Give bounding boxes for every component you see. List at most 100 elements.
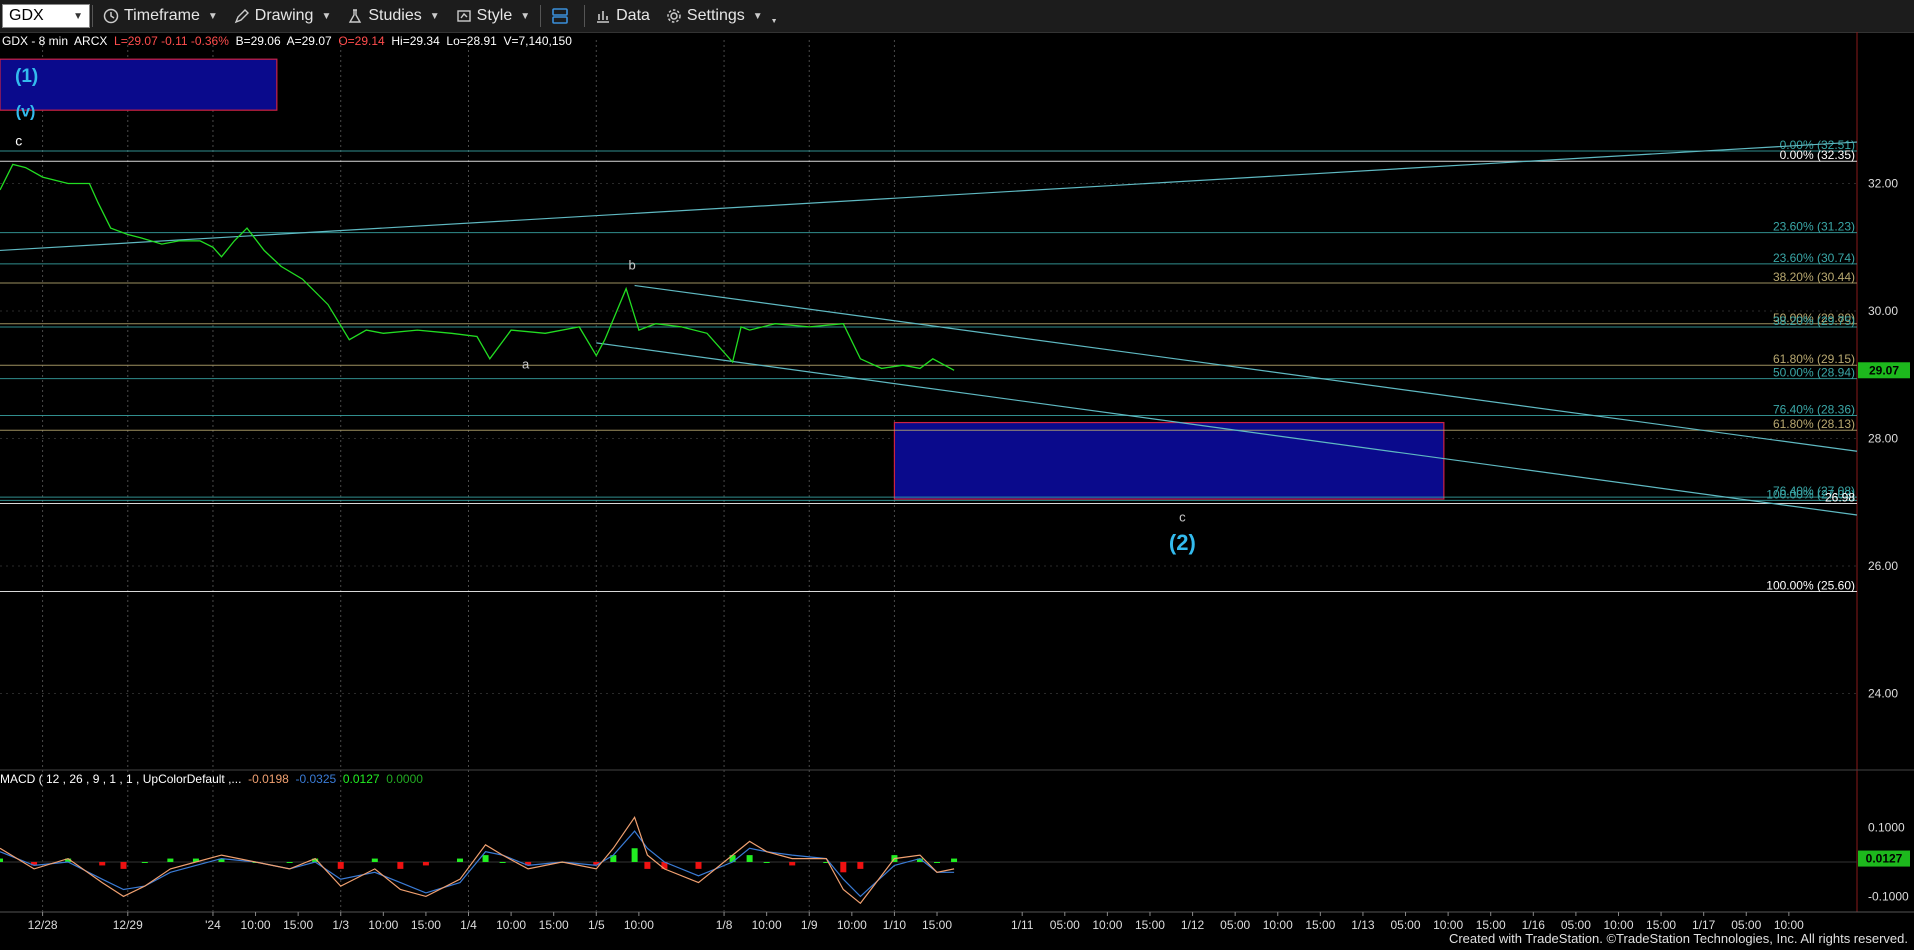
time-axis-label: 1/17 <box>1692 918 1716 932</box>
fib-level-label: 100.00% (25.60) <box>1766 579 1855 593</box>
chart-toolbar: GDX ▼ Timeframe ▼ Drawing ▼ Studies ▼ St… <box>0 0 1914 33</box>
target-box <box>0 58 278 111</box>
macd-histogram-bar <box>695 862 702 869</box>
macd-label-part: -0.0198 <box>241 772 289 786</box>
time-axis-label: 1/11 <box>1011 918 1034 932</box>
macd-histogram-bar <box>456 858 463 862</box>
fib-level-label: 76.40% (28.36) <box>1773 403 1855 417</box>
price-series-line <box>0 163 955 371</box>
data-menu[interactable]: Data <box>587 0 658 32</box>
time-axis-label: 1/4 <box>460 918 477 932</box>
macd-histogram-bar <box>337 862 344 869</box>
time-axis-label: 15:00 <box>1646 918 1676 932</box>
chevron-down-icon: ▼ <box>73 10 83 22</box>
time-axis-label: 15:00 <box>1135 918 1165 932</box>
symbol-header: GDX - 8 min ARCX L=29.07 -0.11 -0.36% B=… <box>2 34 572 48</box>
header-part: O=29.14 <box>338 34 385 48</box>
time-axis-label: 1/9 <box>801 918 818 932</box>
bar-chart-icon <box>597 11 610 23</box>
time-axis-label: 1/10 <box>883 918 907 932</box>
time-axis-label: 1/16 <box>1522 918 1546 932</box>
wave-annotation: (2) <box>1169 530 1196 555</box>
macd-histogram-bar <box>482 855 489 862</box>
macd-label-part: MACD ( 12 , 26 , 9 , 1 , 1 , UpColorDefa… <box>0 772 241 786</box>
macd-axis-tick: 0.1000 <box>1868 821 1905 835</box>
pencil-icon <box>234 9 249 24</box>
toolbar-divider <box>540 5 542 27</box>
macd-histogram-bar <box>371 858 378 862</box>
drawing-label: Drawing <box>254 7 314 24</box>
macd-axis-tick: -0.1000 <box>1868 889 1909 903</box>
time-axis-label: 1/5 <box>588 918 605 932</box>
studies-label: Studies <box>368 7 422 24</box>
clock-icon <box>103 8 119 24</box>
toolbar-divider <box>92 5 93 27</box>
fib-level-label: 50.00% (28.94) <box>1773 366 1855 380</box>
fib-level-label: 23.60% (30.74) <box>1773 251 1855 265</box>
header-part: B=29.06 A=29.07 <box>229 34 338 48</box>
symbol-value: GDX <box>9 7 44 24</box>
wave-label-box: (1) <box>15 66 38 87</box>
target-box <box>893 421 1445 500</box>
timeframe-menu[interactable]: Timeframe ▼ <box>95 0 226 32</box>
fib-level-label: 0.00% (32.35) <box>1780 148 1855 162</box>
wave-annotation: c <box>15 132 22 148</box>
time-axis-label: 1/8 <box>716 918 733 932</box>
price-axis-tick: 30.00 <box>1868 304 1898 318</box>
time-axis-label: 10:00 <box>752 918 782 932</box>
timeframe-label: Timeframe <box>124 7 200 24</box>
settings-menu[interactable]: Settings ▼ ▼ <box>658 0 786 32</box>
time-axis-label: 05:00 <box>1391 918 1421 932</box>
symbol-selector[interactable]: GDX ▼ <box>2 4 90 28</box>
macd-histogram-bar <box>840 862 847 873</box>
layout-button[interactable] <box>543 0 582 32</box>
time-axis-label: 05:00 <box>1561 918 1591 932</box>
macd-histogram-bar <box>789 862 796 866</box>
time-axis-label: 10:00 <box>624 918 654 932</box>
time-axis-label: 15:00 <box>411 918 441 932</box>
time-axis-label: 15:00 <box>1476 918 1506 932</box>
fib-level-label: 61.80% (28.13) <box>1773 417 1855 431</box>
chevron-down-icon: ▼ <box>207 10 218 22</box>
studies-menu[interactable]: Studies ▼ <box>339 0 447 32</box>
style-menu[interactable]: Style ▼ <box>448 0 538 32</box>
price-axis-tick: 32.00 <box>1868 177 1898 191</box>
wave-annotation: b <box>628 258 635 273</box>
chevron-down-icon: ▼ <box>752 10 763 22</box>
time-axis-label: 15:00 <box>922 918 952 932</box>
price-chart[interactable]: GDX - 8 min ARCX L=29.07 -0.11 -0.36% B=… <box>0 32 1914 950</box>
chevron-down-icon: ▼ <box>321 10 332 22</box>
style-label: Style <box>476 7 513 24</box>
fib-level-label: 38.20% (30.44) <box>1773 270 1855 284</box>
price-axis-tick: 26.00 <box>1868 559 1898 573</box>
settings-label: Settings <box>686 7 745 24</box>
chevron-down-icon: ▼ <box>429 10 440 22</box>
macd-histogram-bar <box>499 862 506 863</box>
time-axis-label: 10:00 <box>1092 918 1122 932</box>
time-axis-label: 15:00 <box>539 918 569 932</box>
gear-icon <box>667 9 681 23</box>
wave-annotation: (v) <box>16 104 36 121</box>
time-axis-label: 12/29 <box>113 918 143 932</box>
macd-histogram-bar <box>0 858 3 862</box>
time-axis-label: 10:00 <box>241 918 271 932</box>
wave-annotation: c <box>1179 509 1186 524</box>
header-part: L=29.07 -0.11 -0.36% <box>114 34 229 48</box>
macd-histogram-bar <box>763 862 770 863</box>
macd-label-part: 0.0127 <box>336 772 380 786</box>
flask-icon <box>349 9 362 23</box>
time-axis-label: 1/12 <box>1181 918 1205 932</box>
copyright-footer: Created with TradeStation. ©TradeStation… <box>1448 931 1908 946</box>
time-axis-label: 05:00 <box>1731 918 1761 932</box>
time-axis-label: 12/28 <box>28 918 58 932</box>
macd-histogram-bar <box>99 862 106 866</box>
time-axis-label: 15:00 <box>283 918 313 932</box>
macd-histogram-bar <box>857 862 864 869</box>
fib-level-label: 38.20% (29.75) <box>1773 314 1855 328</box>
drawing-menu[interactable]: Drawing ▼ <box>226 0 340 32</box>
time-axis-label: 10:00 <box>368 918 398 932</box>
time-axis-label: '24 <box>205 918 221 932</box>
current-price-label: 29.07 <box>1869 363 1899 377</box>
macd-line <box>0 815 955 905</box>
time-axis-label: 10:00 <box>1263 918 1293 932</box>
